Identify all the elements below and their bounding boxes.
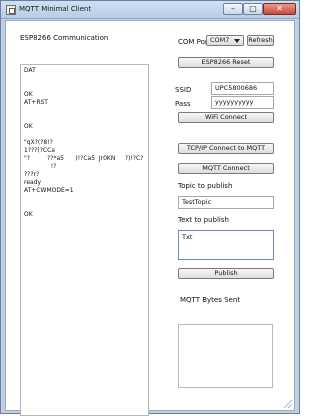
maximize-button[interactable]: □ xyxy=(243,3,263,15)
esp8266-communication-label: ESP8266 Communication xyxy=(20,34,109,42)
minimize-button[interactable]: – xyxy=(223,3,243,15)
close-button[interactable]: ✕ xyxy=(263,3,296,15)
com-port-select[interactable]: COM7 xyxy=(206,35,244,46)
pass-input[interactable]: yyyyyyyyyy xyxy=(211,96,274,109)
chevron-down-icon xyxy=(234,39,240,43)
mqtt-connect-button[interactable]: MQTT Connect xyxy=(178,163,274,174)
mqtt-bytes-sent-box[interactable] xyxy=(178,324,273,388)
app-window: MQTT Minimal Client – □ ✕ ESP8266 Commun… xyxy=(0,0,300,416)
client-area: ESP8266 Communication DAT OK AT+RST OK "… xyxy=(5,20,295,416)
app-icon xyxy=(6,5,16,15)
ssid-label: SSID xyxy=(175,86,192,94)
com-port-value: COM7 xyxy=(210,36,230,44)
publish-button[interactable]: Publish xyxy=(178,268,274,279)
text-to-publish-input[interactable]: Txt xyxy=(178,230,274,260)
refresh-button[interactable]: Refresh xyxy=(247,35,274,46)
wifi-connect-button[interactable]: WiFi Connect xyxy=(178,112,274,123)
text-to-publish-label: Text to publish xyxy=(178,216,229,224)
topic-label: Topic to publish xyxy=(178,182,233,190)
title-bar[interactable]: MQTT Minimal Client – □ ✕ xyxy=(1,1,299,19)
tcpip-connect-button[interactable]: TCP/IP Connect to MQTT xyxy=(178,143,274,154)
esp8266-reset-button[interactable]: ESP8266 Reset xyxy=(178,57,274,68)
esp8266-log[interactable]: DAT OK AT+RST OK "qX?(?8!? 1???(?CCa "? … xyxy=(20,64,149,416)
ssid-input[interactable]: UPC5800686 xyxy=(211,82,274,95)
topic-input[interactable]: TestTopic xyxy=(178,196,274,209)
pass-label: Pass xyxy=(175,100,191,108)
window-title: MQTT Minimal Client xyxy=(19,5,92,13)
mqtt-bytes-sent-label: MQTT Bytes Sent xyxy=(180,296,241,304)
resize-grip[interactable] xyxy=(284,400,292,408)
